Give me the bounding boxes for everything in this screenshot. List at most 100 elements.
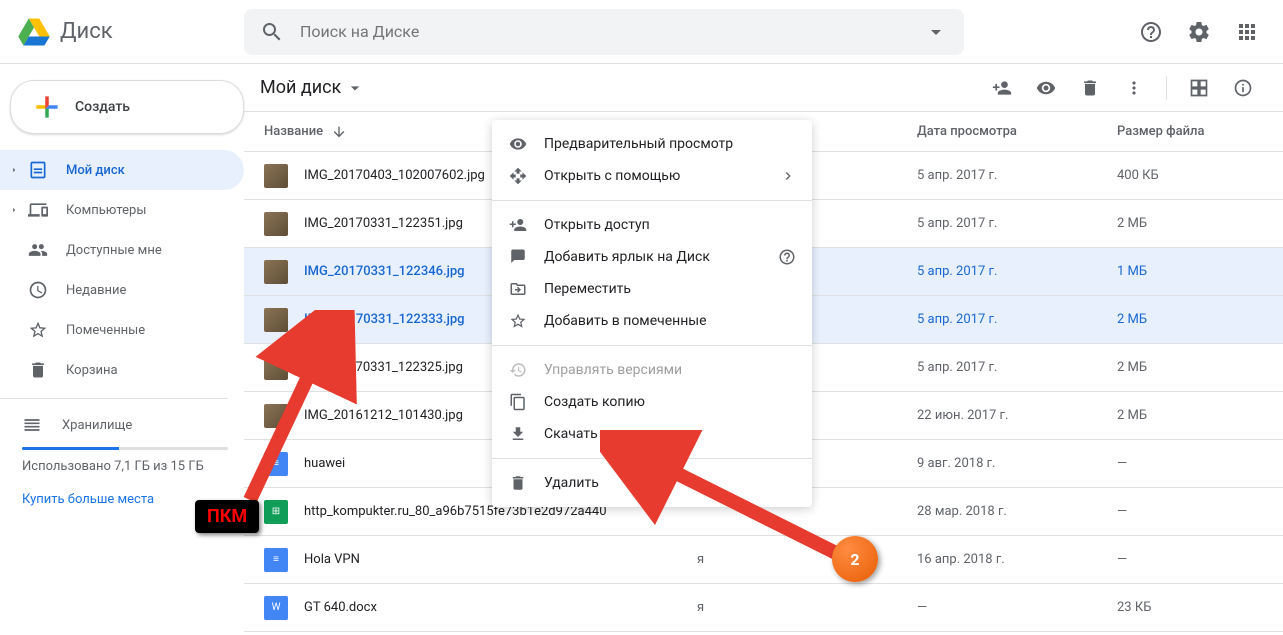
storage-icon <box>22 415 42 435</box>
file-type-icon <box>264 308 288 332</box>
col-date[interactable]: Дата просмотра <box>917 124 1117 139</box>
file-type-icon: ≡ <box>264 548 288 572</box>
download-icon <box>508 424 528 444</box>
file-size: 2 МБ <box>1117 408 1267 423</box>
settings-button[interactable] <box>1179 12 1219 52</box>
person-add-icon <box>992 78 1012 98</box>
create-button[interactable]: Создать <box>10 80 244 134</box>
sidebar-item-recent[interactable]: Недавние <box>0 270 244 310</box>
trash-icon <box>26 358 50 382</box>
file-name: Hola VPN <box>304 552 697 567</box>
file-size: 2 МБ <box>1117 360 1267 375</box>
trash-icon <box>508 473 528 493</box>
info-icon <box>1233 78 1253 98</box>
menu-versions: Управлять версиями <box>492 354 812 386</box>
delete-button[interactable] <box>1070 68 1110 108</box>
eye-icon <box>1036 78 1056 98</box>
menu-open-with[interactable]: Открыть с помощью <box>492 160 812 192</box>
menu-star[interactable]: Добавить в помеченные <box>492 305 812 337</box>
menu-copy[interactable]: Создать копию <box>492 386 812 418</box>
help-icon[interactable] <box>778 248 796 266</box>
file-date: 5 апр. 2017 г. <box>917 312 1117 327</box>
annotation-circle-2: 2 <box>832 536 878 582</box>
create-label: Создать <box>75 99 130 115</box>
preview-button[interactable] <box>1026 68 1066 108</box>
search-box[interactable] <box>244 9 964 55</box>
file-owner: я <box>697 600 917 615</box>
sidebar-item-starred[interactable]: Помеченные <box>0 310 244 350</box>
help-icon <box>1139 20 1163 44</box>
file-type-icon: W <box>264 596 288 620</box>
menu-preview[interactable]: Предварительный просмотр <box>492 128 812 160</box>
header-icons <box>1111 12 1267 52</box>
file-size: 400 КБ <box>1117 168 1267 183</box>
logo-area[interactable]: Диск <box>16 14 244 50</box>
app-name: Диск <box>60 19 113 44</box>
shared-icon <box>26 238 50 262</box>
file-size: 23 КБ <box>1117 600 1267 615</box>
file-date: 5 апр. 2017 г. <box>917 216 1117 231</box>
sidebar-item-trash[interactable]: Корзина <box>0 350 244 390</box>
search-dropdown-icon[interactable] <box>924 20 948 44</box>
file-date: 28 мар. 2018 г. <box>917 504 1117 519</box>
col-size[interactable]: Размер файла <box>1117 124 1267 139</box>
open-with-icon <box>508 166 528 186</box>
sidebar-item-computers[interactable]: Компьютеры <box>0 190 244 230</box>
toolbar-actions <box>982 68 1263 108</box>
sidebar-item-shared[interactable]: Доступные мне <box>0 230 244 270</box>
share-button[interactable] <box>982 68 1022 108</box>
menu-delete[interactable]: Удалить <box>492 467 812 499</box>
expand-icon[interactable] <box>8 205 20 215</box>
file-date: 5 апр. 2017 г. <box>917 168 1117 183</box>
storage-used-text: Использовано 7,1 ГБ из 15 ГБ <box>22 458 228 476</box>
file-size: 2 МБ <box>1117 216 1267 231</box>
file-size: — <box>1117 456 1267 471</box>
gear-icon <box>1187 20 1211 44</box>
copy-icon <box>508 392 528 412</box>
info-button[interactable] <box>1223 68 1263 108</box>
storage-bar <box>22 447 228 450</box>
star-icon <box>26 318 50 342</box>
file-type-icon <box>264 404 288 428</box>
history-icon <box>508 360 528 380</box>
storage-title[interactable]: Хранилище <box>22 407 228 443</box>
drive-icon <box>26 158 50 182</box>
file-name: GT 640.docx <box>304 600 697 615</box>
sidebar: Создать Мой диск Компьютеры Доступные мн… <box>0 64 244 635</box>
file-row[interactable]: WGT 640.docxя—23 КБ <box>244 584 1283 632</box>
file-date: 9 авг. 2018 г. <box>917 456 1117 471</box>
expand-icon[interactable] <box>8 165 20 175</box>
file-date: 16 апр. 2018 г. <box>917 552 1117 567</box>
star-icon <box>508 311 528 331</box>
sidebar-item-mydrive[interactable]: Мой диск <box>0 150 244 190</box>
menu-download[interactable]: Скачать <box>492 418 812 450</box>
more-vert-icon <box>1124 78 1144 98</box>
file-size: — <box>1117 552 1267 567</box>
search-wrap <box>244 9 964 55</box>
toolbar: Мой диск <box>244 64 1283 112</box>
menu-add-shortcut[interactable]: Добавить ярлык на Диск <box>492 241 812 273</box>
more-button[interactable] <box>1114 68 1154 108</box>
apps-icon <box>1235 20 1259 44</box>
file-date: 5 апр. 2017 г. <box>917 264 1117 279</box>
menu-share[interactable]: Открыть доступ <box>492 209 812 241</box>
menu-move[interactable]: Переместить <box>492 273 812 305</box>
breadcrumb[interactable]: Мой диск <box>252 73 373 102</box>
drive-shortcut-icon <box>508 247 528 267</box>
devices-icon <box>26 198 50 222</box>
file-date: 22 июн. 2017 г. <box>917 408 1117 423</box>
file-type-icon <box>264 260 288 284</box>
help-button[interactable] <box>1131 12 1171 52</box>
file-size: — <box>1117 504 1267 519</box>
file-size: 1 МБ <box>1117 264 1267 279</box>
dropdown-icon <box>345 78 365 98</box>
file-row[interactable]: ≡Hola VPNя16 апр. 2018 г.— <box>244 536 1283 584</box>
annotation-pkm-label: ПКМ <box>195 500 259 533</box>
header: Диск <box>0 0 1283 64</box>
search-input[interactable] <box>300 22 924 41</box>
grid-view-button[interactable] <box>1179 68 1219 108</box>
apps-button[interactable] <box>1227 12 1267 52</box>
file-size: 2 МБ <box>1117 312 1267 327</box>
file-type-icon: ≡ <box>264 452 288 476</box>
search-icon <box>260 20 284 44</box>
